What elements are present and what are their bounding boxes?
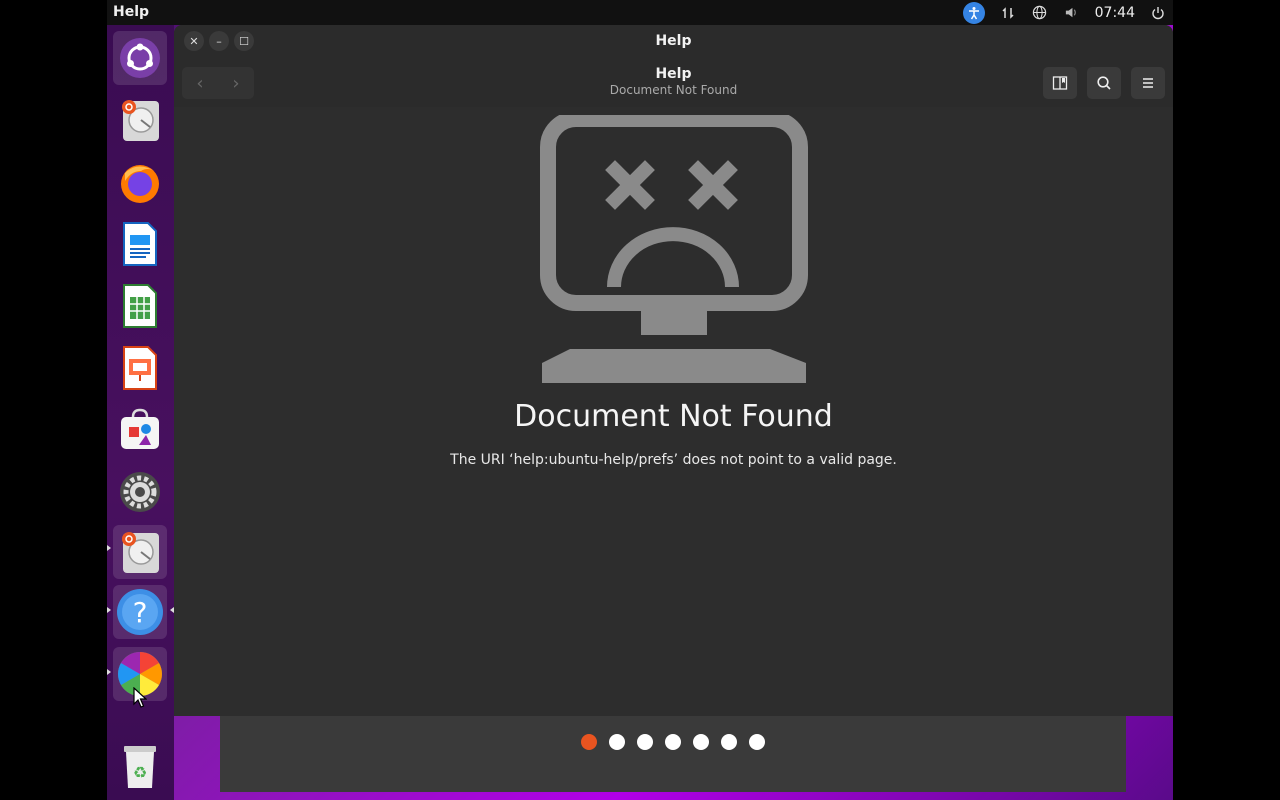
system-tray[interactable]: 07:44 [962, 0, 1167, 25]
progress-dot [637, 734, 653, 750]
page-content: Document Not Found The URI ‘help:ubuntu-… [174, 107, 1173, 716]
help-window: ✕ – ☐ Help ‹ › Help Document Not Found D… [174, 25, 1173, 716]
bookmark-icon [1052, 76, 1068, 90]
trash-icon[interactable]: ♻ [113, 739, 167, 793]
bookmarks-button[interactable] [1043, 67, 1077, 99]
disk-usage-icon[interactable] [113, 93, 167, 147]
network-icon[interactable] [999, 4, 1017, 22]
firefox-icon[interactable] [113, 155, 167, 209]
header-subtitle: Document Not Found [609, 83, 738, 97]
progress-dot [609, 734, 625, 750]
globe-icon[interactable] [1031, 4, 1049, 22]
power-icon[interactable] [1149, 4, 1167, 22]
hamburger-menu-icon [1143, 78, 1153, 88]
error-message: The URI ‘help:ubuntu-help/prefs’ does no… [450, 452, 897, 468]
dock: ? ♻ [107, 25, 174, 800]
error-heading: Document Not Found [514, 399, 833, 434]
help-icon[interactable]: ? [113, 585, 167, 639]
ubuntu-logo-icon[interactable] [113, 31, 167, 85]
progress-dot [581, 734, 597, 750]
search-icon [1097, 76, 1111, 90]
desktop: Help 07:44 ? ♻ ✕ – ☐ Help ‹ › Help Docum… [107, 0, 1173, 800]
loading-panel [220, 716, 1126, 792]
window-title: Help [655, 33, 692, 49]
window-titlebar[interactable]: ✕ – ☐ Help [174, 25, 1173, 57]
running-indicator [107, 669, 111, 675]
svg-text:♻: ♻ [133, 763, 147, 782]
svg-text:?: ? [133, 596, 148, 629]
header-title: Help [655, 66, 692, 82]
impress-icon[interactable] [113, 341, 167, 395]
disk-usage-icon[interactable] [113, 525, 167, 579]
writer-icon[interactable] [113, 217, 167, 271]
progress-dot [749, 734, 765, 750]
running-indicator [107, 545, 111, 551]
search-button[interactable] [1087, 67, 1121, 99]
sad-computer-icon [540, 115, 808, 383]
calc-icon[interactable] [113, 279, 167, 333]
mouse-cursor-icon [133, 687, 147, 708]
top-bar: Help 07:44 [107, 0, 1173, 25]
settings-icon[interactable] [113, 465, 167, 519]
running-indicator [107, 607, 111, 613]
clock[interactable]: 07:44 [1095, 5, 1135, 21]
app-center-icon[interactable] [113, 403, 167, 457]
accessibility-icon[interactable] [962, 1, 985, 24]
volume-icon[interactable] [1063, 4, 1081, 22]
progress-dot [665, 734, 681, 750]
menu-button[interactable] [1131, 67, 1165, 99]
progress-dot [721, 734, 737, 750]
progress-dots [220, 734, 1126, 750]
header-bar: ‹ › Help Document Not Found [174, 57, 1173, 107]
active-app-name[interactable]: Help [113, 4, 149, 20]
progress-dot [693, 734, 709, 750]
